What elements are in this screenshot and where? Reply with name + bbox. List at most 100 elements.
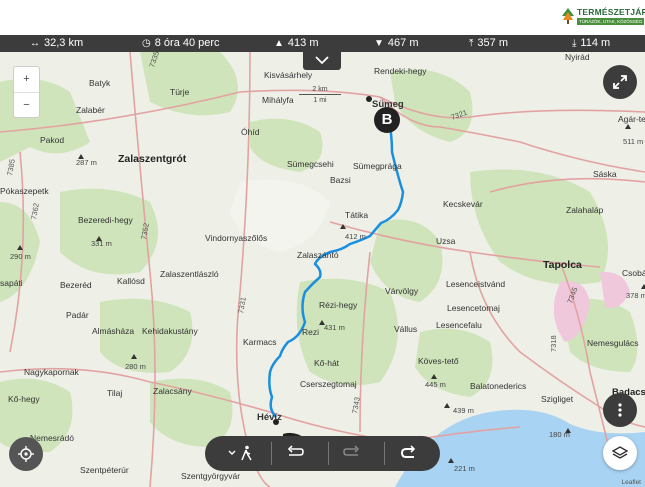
town-label: Kecskevár <box>443 199 483 209</box>
map-attribution[interactable]: Leaflet <box>621 479 641 486</box>
more-vertical-icon <box>618 403 622 417</box>
distance-icon: ↔ <box>30 38 40 49</box>
town-label: Kő-hegy <box>8 394 40 404</box>
town-label: Zalaszántó <box>297 250 339 260</box>
more-options-button[interactable] <box>603 393 637 427</box>
routing-mode-button[interactable] <box>213 436 269 471</box>
undo-button[interactable] <box>272 436 328 471</box>
town-label: Sáska <box>593 169 617 179</box>
scale-imperial: 1 mi <box>299 94 341 104</box>
peak-label: 180 m <box>549 430 570 439</box>
town-label: sapáti <box>0 278 23 288</box>
top-header <box>0 0 645 35</box>
town-label: Vindornyaszőlős <box>205 233 267 243</box>
logo-name: TERMÉSZETJÁRÓ <box>577 7 645 17</box>
town-label: Lesencetomaj <box>447 303 500 313</box>
town-label: Cserszegtomaj <box>300 379 357 389</box>
town-label: Rezi <box>302 327 319 337</box>
town-label: Bazsi <box>330 175 351 185</box>
peak-label: 445 m <box>425 380 446 389</box>
crosshair-icon <box>18 446 34 462</box>
route-end-marker[interactable]: B <box>374 107 400 133</box>
descent-icon: ▼ <box>374 38 384 49</box>
town-label: Sümegcsehi <box>287 159 334 169</box>
town-label: Sümegprága <box>353 161 402 171</box>
town-label: Tilaj <box>107 388 122 398</box>
peak-label: 287 m <box>76 158 97 167</box>
peak-label: 331 m <box>91 239 112 248</box>
stat-ascent: ▲ 413 m <box>274 37 319 49</box>
map-scale: 2 km 1 mi <box>299 86 341 114</box>
collapse-stats-button[interactable] <box>303 52 341 70</box>
town-label: Batyk <box>89 78 111 88</box>
layers-button[interactable] <box>603 436 637 470</box>
town-label: Lesencefalu <box>436 320 482 330</box>
zoom-out-button[interactable]: − <box>14 93 39 118</box>
town-label: Köves-tető <box>418 356 459 366</box>
road-7318: 7318 <box>549 335 558 352</box>
redo-button[interactable] <box>329 436 385 471</box>
town-label: Szentgyörgyvár <box>181 471 240 481</box>
return-to-start-button[interactable] <box>385 436 441 471</box>
town-label: Szentpéterúr <box>80 465 129 475</box>
max-elevation-icon: ⤒ <box>469 38 474 49</box>
road-7331: 7331 <box>236 296 248 314</box>
scale-metric: 2 km <box>312 86 328 93</box>
town-label: Tátika <box>345 210 368 220</box>
peak-label: 412 m <box>345 232 366 241</box>
town-label: Bezeredi-hegy <box>78 215 134 225</box>
town-label-major: Zalaszentgrót <box>118 153 187 165</box>
route-edit-toolbar <box>205 436 440 471</box>
u-turn-icon <box>400 445 416 458</box>
town-label: Uzsa <box>436 236 456 246</box>
town-label: Almásháza <box>92 326 134 336</box>
town-label: Vállus <box>394 324 417 334</box>
undo-icon <box>287 445 304 456</box>
stat-distance: ↔ 32,3 km <box>30 37 84 49</box>
town-label: Padár <box>66 310 89 320</box>
clock-icon: ◷ <box>142 38 151 49</box>
town-label: Nyirád <box>565 52 590 62</box>
logo-tagline: TÚRÁZÓK, UTAK, KÖZÖSSÉG <box>577 18 645 25</box>
min-elevation-icon: ⤓ <box>572 38 577 49</box>
road-7362: 7362 <box>29 202 41 220</box>
town-label: Nemesgulács <box>587 338 639 348</box>
town-label: Rézi-hegy <box>319 300 358 310</box>
fullscreen-button[interactable] <box>603 65 637 99</box>
town-label: Türje <box>170 87 190 97</box>
town-label: Kallósd <box>117 276 145 286</box>
expand-icon <box>613 75 627 89</box>
ascent-icon: ▲ <box>274 38 284 49</box>
termeszetjaro-logo[interactable]: TERMÉSZETJÁRÓ TÚRÁZÓK, UTAK, KÖZÖSSÉG <box>561 4 645 30</box>
peak-label: 511 m <box>623 137 643 146</box>
peak-label: 280 m <box>125 362 146 371</box>
peak-label: 290 m <box>10 252 31 261</box>
zoom-control: + − <box>13 66 40 118</box>
peak-label: 431 m <box>324 323 345 332</box>
chevron-down-icon <box>315 56 329 65</box>
town-label: Kisvásárhely <box>264 70 313 80</box>
peak-label: 439 m <box>453 406 474 415</box>
stat-min-elevation: ⤓ 114 m <box>572 37 611 49</box>
town-label: Várvölgy <box>385 286 419 296</box>
town-label: Óhíd <box>241 127 260 137</box>
town-label: Pakod <box>40 135 64 145</box>
town-label: Kehidakustány <box>142 326 199 336</box>
hiker-icon <box>228 445 252 461</box>
town-label: Zalacsány <box>153 386 192 396</box>
route-stats-bar: ↔ 32,3 km ◷ 8 óra 40 perc ▲ 413 m ▼ 467 m ⤒ 3… <box>0 35 645 52</box>
map-canvas[interactable]: 7335 7321 7385 7362 7352 7331 7345 7318 … <box>0 52 645 487</box>
town-label: Balatonederics <box>470 381 526 391</box>
peak-label: 378 m <box>626 291 645 300</box>
town-label: Zalaszentlászló <box>160 269 219 279</box>
layers-icon <box>612 446 628 459</box>
stat-max-elevation: ⤒ 357 m <box>469 37 508 49</box>
town-label: Rendeki-hegy <box>374 66 427 76</box>
town-label: Hévíz <box>257 412 282 423</box>
town-label: Agár-tető <box>618 114 645 124</box>
town-label: Kő-hát <box>314 358 340 368</box>
zoom-in-button[interactable]: + <box>14 67 39 93</box>
locate-me-button[interactable] <box>9 437 43 471</box>
town-label: Karmacs <box>243 337 277 347</box>
town-label: Lesenceistvánd <box>446 279 505 289</box>
